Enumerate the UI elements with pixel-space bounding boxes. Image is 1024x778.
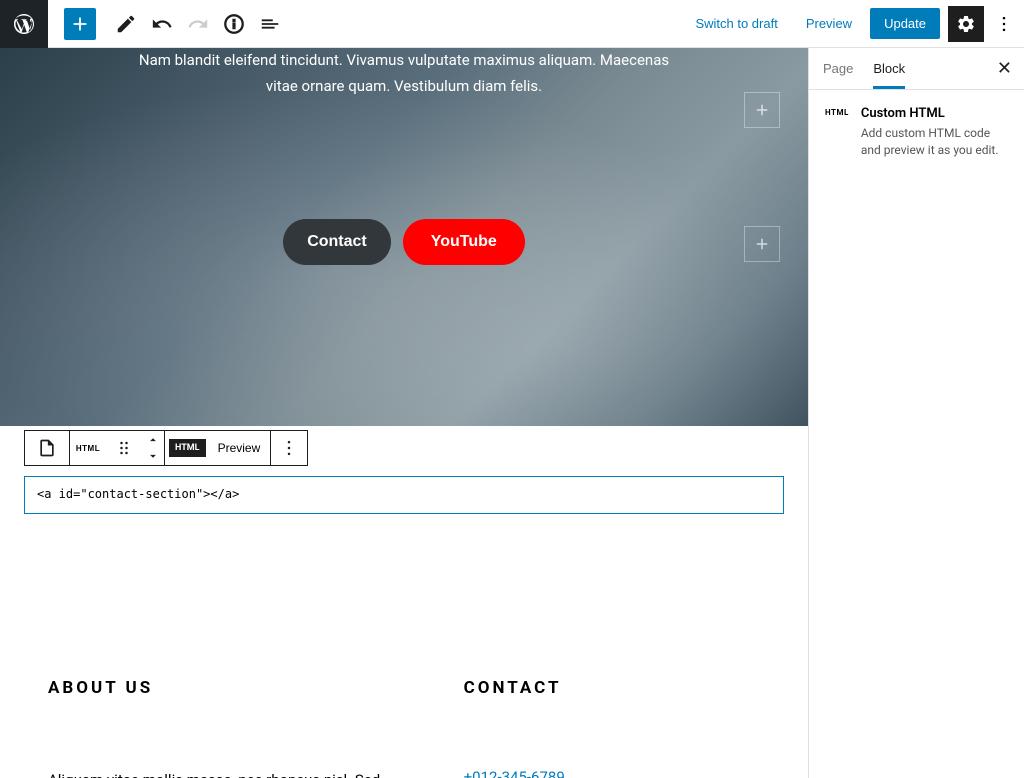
undo-icon: [151, 13, 173, 35]
youtube-button[interactable]: YouTube: [403, 219, 525, 265]
block-badge-button[interactable]: HTML: [70, 431, 106, 465]
chevron-up-icon: [146, 436, 160, 444]
block-toolbar-move: HTML: [69, 430, 165, 466]
drag-handle[interactable]: [106, 431, 142, 465]
top-toolbar: Switch to draft Preview Update: [0, 0, 1024, 48]
plus-icon: [753, 235, 771, 253]
toolbar-left: [0, 0, 288, 47]
tab-block[interactable]: Block: [873, 49, 905, 88]
html-tab-active[interactable]: HTML: [169, 439, 206, 457]
add-block-inline-1[interactable]: [744, 92, 780, 128]
add-block-inline-2[interactable]: [744, 226, 780, 262]
block-toolbar-more: [270, 430, 308, 466]
about-body[interactable]: Aliquam vitae mollis massa, nec rhoncus …: [48, 768, 404, 778]
block-title: Custom HTML: [861, 106, 1008, 121]
redo-button[interactable]: [180, 6, 216, 42]
html-block: [24, 476, 784, 518]
move-down-button[interactable]: [146, 448, 160, 464]
settings-sidebar: Page Block ✕ HTML Custom HTML Add custom…: [808, 48, 1024, 778]
hero-text-line2: vitae ornare quam. Vestibulum diam felis…: [266, 77, 542, 95]
close-sidebar-button[interactable]: ✕: [997, 58, 1012, 79]
sidebar-content: HTML Custom HTML Add custom HTML code an…: [809, 90, 1024, 175]
block-toolbar: HTML HTML Preview: [24, 430, 808, 466]
pencil-icon: [115, 13, 137, 35]
plus-icon: [69, 13, 91, 35]
wordpress-logo[interactable]: [0, 0, 48, 48]
contact-button[interactable]: Contact: [283, 219, 391, 265]
toolbar-right: Switch to draft Preview Update: [685, 6, 1016, 42]
switch-to-draft-button[interactable]: Switch to draft: [685, 10, 787, 37]
block-type-button[interactable]: [25, 431, 69, 465]
contact-heading[interactable]: CONTACT: [464, 678, 760, 698]
about-column: ABOUT US Aliquam vitae mollis massa, nec…: [48, 678, 404, 778]
add-block-button[interactable]: [64, 8, 96, 40]
document-icon: [37, 438, 57, 458]
content-columns: ABOUT US Aliquam vitae mollis massa, nec…: [0, 518, 808, 778]
contact-column: CONTACT +012-345-6789 mail@example.com: [464, 678, 760, 778]
html-badge: HTML: [76, 444, 100, 453]
html-code-input[interactable]: [24, 476, 784, 514]
more-vertical-icon: [994, 14, 1014, 34]
more-options-button[interactable]: [992, 6, 1016, 42]
main-area: Nam blandit eleifend tincidunt. Vivamus …: [0, 48, 1024, 778]
about-heading[interactable]: ABOUT US: [48, 678, 404, 698]
preview-button[interactable]: Preview: [796, 10, 862, 37]
sidebar-tabs: Page Block ✕: [809, 48, 1024, 90]
block-more-button[interactable]: [271, 431, 307, 465]
block-toolbar-drag: [24, 430, 70, 466]
html-icon: HTML: [825, 108, 849, 117]
preview-tab[interactable]: Preview: [208, 431, 271, 465]
redo-icon: [187, 13, 209, 35]
info-icon: [223, 13, 245, 35]
update-button[interactable]: Update: [870, 8, 940, 39]
list-view-icon: [259, 13, 281, 35]
block-info: HTML Custom HTML Add custom HTML code an…: [825, 106, 1008, 159]
undo-button[interactable]: [144, 6, 180, 42]
more-vertical-icon: [279, 438, 299, 458]
move-up-button[interactable]: [146, 432, 160, 448]
settings-button[interactable]: [948, 6, 984, 42]
hero-text[interactable]: Nam blandit eleifend tincidunt. Vivamus …: [139, 48, 669, 99]
phone-link[interactable]: +012-345-6789: [464, 768, 760, 778]
move-arrows: [142, 432, 164, 464]
wordpress-icon: [12, 12, 36, 36]
tab-page[interactable]: Page: [823, 49, 853, 88]
plus-icon: [753, 101, 771, 119]
block-toolbar-view: HTML Preview: [164, 430, 271, 466]
editor-canvas[interactable]: Nam blandit eleifend tincidunt. Vivamus …: [0, 48, 808, 778]
gear-icon: [956, 14, 976, 34]
drag-icon: [114, 438, 134, 458]
tools-button[interactable]: [108, 6, 144, 42]
hero-buttons: Contact YouTube: [283, 219, 525, 265]
hero-section: Nam blandit eleifend tincidunt. Vivamus …: [0, 48, 808, 426]
list-view-button[interactable]: [252, 6, 288, 42]
hero-text-line1: Nam blandit eleifend tincidunt. Vivamus …: [139, 51, 669, 69]
chevron-down-icon: [146, 452, 160, 460]
block-description: Add custom HTML code and preview it as y…: [861, 125, 1008, 159]
document-info-button[interactable]: [216, 6, 252, 42]
